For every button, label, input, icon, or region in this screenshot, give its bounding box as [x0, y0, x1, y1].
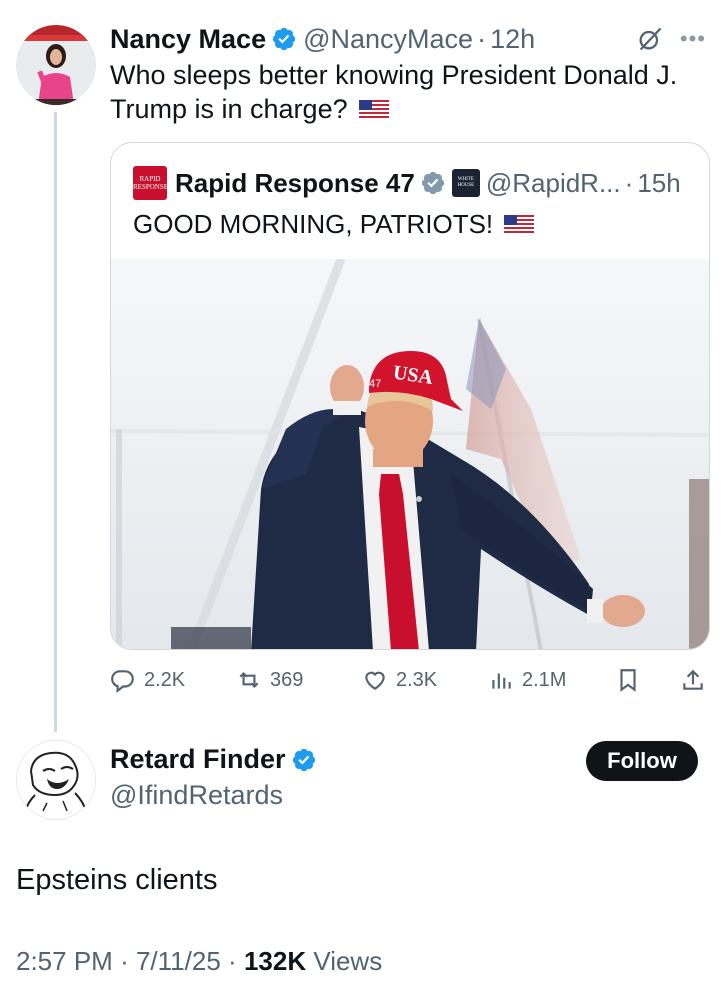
quoted-tweet-body: GOOD MORNING, PATRIOTS! — [133, 209, 494, 239]
reply-icon — [111, 670, 134, 693]
bookmark-icon — [620, 669, 636, 692]
rapid-response-logo[interactable]: RAPID RESPONSE — [133, 166, 169, 200]
hat-number-text: 47 — [369, 378, 381, 390]
avatar-nancy-mace[interactable] — [16, 25, 96, 105]
follow-button[interactable]: Follow — [586, 741, 698, 781]
logo-text-line2: RESPONSE — [133, 183, 169, 191]
views-label: Views — [313, 946, 383, 976]
views-total: 132K — [243, 946, 307, 976]
author-handle[interactable]: @NancyMace — [303, 24, 473, 55]
reply-button[interactable]: 2.2K — [110, 667, 185, 693]
views-count: 2.1M — [522, 668, 567, 691]
white-house-badge-icon: WHITE HOUSE — [451, 169, 480, 197]
separator: · — [477, 23, 487, 54]
thread-line — [54, 112, 57, 732]
quoted-tweet-card[interactable]: RAPID RESPONSE Rapid Response 47 WHITE H… — [110, 142, 710, 650]
us-flag-emoji-icon — [359, 100, 390, 120]
views-button[interactable]: 2.1M — [488, 667, 566, 693]
like-icon — [365, 671, 385, 690]
reply-author-name[interactable]: Retard Finder — [110, 744, 286, 775]
share-button[interactable] — [680, 667, 706, 693]
avatar-retard-finder[interactable] — [16, 740, 96, 820]
quoted-tweet-header: RAPID RESPONSE Rapid Response 47 WHITE H… — [133, 165, 695, 201]
repost-button[interactable]: 369 — [236, 667, 303, 693]
badge-text-line2: HOUSE — [457, 183, 475, 188]
quoted-tweet-time[interactable]: 15h — [637, 168, 680, 199]
tweet-time[interactable]: 12h — [490, 24, 535, 55]
like-button[interactable]: 2.3K — [362, 667, 437, 693]
share-icon — [683, 669, 703, 690]
parent-tweet-header: Nancy Mace @NancyMace · 12h ••• — [110, 22, 706, 56]
separator: · — [624, 167, 634, 198]
separator: · — [120, 946, 129, 976]
like-count: 2.3K — [396, 668, 438, 691]
logo-text-line1: RAPID — [139, 175, 161, 183]
tweet-timestamp[interactable]: 2:57 PM — [16, 946, 113, 976]
parent-tweet-text: Who sleeps better knowing President Dona… — [110, 58, 700, 126]
bookmark-button[interactable] — [615, 667, 641, 693]
views-icon — [492, 673, 511, 689]
tweet-action-bar: 2.2K 369 2.3K 2.1M — [110, 662, 708, 698]
reply-author-handle[interactable]: @IfindRetards — [110, 780, 283, 811]
quoted-tweet-photo[interactable]: USA 47 — [111, 259, 709, 649]
grok-icon[interactable] — [636, 25, 664, 53]
tweet-body: Who sleeps better knowing President Dona… — [110, 60, 678, 124]
reply-count: 2.2K — [144, 668, 186, 691]
quoted-author-handle[interactable]: @RapidR... — [486, 168, 621, 199]
quoted-tweet-text: GOOD MORNING, PATRIOTS! — [133, 209, 535, 240]
us-flag-emoji-icon — [504, 215, 535, 235]
more-icon[interactable]: ••• — [680, 26, 706, 52]
tweet-meta: 2:57 PM · 7/11/25 · 132K Views — [16, 946, 382, 977]
repost-count: 369 — [270, 668, 304, 691]
verified-badge-icon — [272, 27, 296, 51]
tweet-date[interactable]: 7/11/25 — [136, 946, 221, 976]
reply-author-row: Retard Finder — [110, 744, 323, 775]
separator: · — [228, 946, 237, 976]
verified-badge-icon — [421, 171, 444, 195]
repost-icon — [239, 671, 259, 689]
quoted-author-name[interactable]: Rapid Response 47 — [175, 168, 415, 199]
author-name[interactable]: Nancy Mace — [110, 24, 266, 55]
reply-tweet-text: Epsteins clients — [16, 864, 218, 896]
verified-badge-icon — [292, 748, 315, 771]
